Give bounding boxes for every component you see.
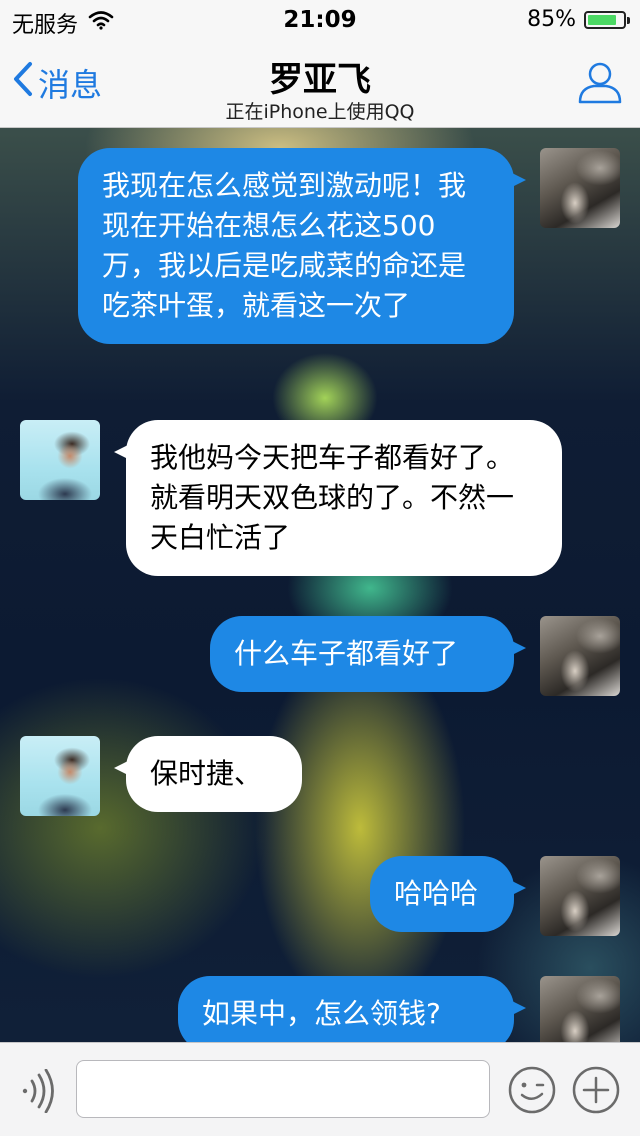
message-text: 我现在怎么感觉到激动呢！我现在开始在想怎么花这500万，我以后是吃咸菜的命还是吃… xyxy=(102,169,467,322)
message-bubble-outgoing[interactable]: 我现在怎么感觉到激动呢！我现在开始在想怎么花这500万，我以后是吃咸菜的命还是吃… xyxy=(78,148,526,344)
battery-icon xyxy=(584,10,630,29)
contact-name: 罗亚飞 xyxy=(269,60,371,100)
person-icon xyxy=(576,62,624,110)
message-text: 我他妈今天把车子都看好了。就看明天双色球的了。不然一天白忙活了 xyxy=(150,441,515,554)
plus-icon xyxy=(571,1066,621,1119)
my-avatar[interactable] xyxy=(540,976,620,1042)
chat-area[interactable]: 我现在怎么感觉到激动呢！我现在开始在想怎么花这500万，我以后是吃咸菜的命还是吃… xyxy=(0,128,640,1042)
message-bubble-outgoing[interactable]: 如果中，怎么领钱? xyxy=(178,976,526,1042)
emoji-icon xyxy=(507,1066,557,1119)
battery-fill xyxy=(588,14,617,25)
message-bubble-incoming[interactable]: 保时捷、 xyxy=(114,736,302,812)
voice-button[interactable] xyxy=(18,1068,58,1117)
message-bubble-incoming[interactable]: 我他妈今天把车子都看好了。就看明天双色球的了。不然一天白忙活了 xyxy=(114,420,562,576)
message-input[interactable] xyxy=(76,1060,490,1118)
my-avatar[interactable] xyxy=(540,616,620,696)
my-avatar[interactable] xyxy=(540,148,620,228)
profile-button[interactable] xyxy=(576,58,624,110)
my-avatar[interactable] xyxy=(540,856,620,936)
contact-avatar[interactable] xyxy=(20,736,100,816)
message-text: 保时捷、 xyxy=(150,757,263,790)
contact-avatar[interactable] xyxy=(20,420,100,500)
voice-icon xyxy=(18,1068,58,1117)
status-right: 85% xyxy=(527,7,630,32)
message-bubble-outgoing[interactable]: 哈哈哈 xyxy=(370,856,526,932)
battery-percent: 85% xyxy=(527,7,576,32)
message-bubble-outgoing[interactable]: 什么车子都看好了 xyxy=(210,616,526,692)
contact-status: 正在iPhone上使用QQ xyxy=(225,101,415,123)
message-text: 什么车子都看好了 xyxy=(234,637,459,670)
message-text: 如果中，怎么领钱? xyxy=(202,997,441,1030)
more-button[interactable] xyxy=(571,1065,621,1119)
status-bar: 无服务 21:09 85% xyxy=(0,0,640,40)
input-bar xyxy=(0,1042,640,1136)
message-text: 哈哈哈 xyxy=(394,877,479,910)
emoji-button[interactable] xyxy=(507,1065,557,1119)
nav-bar: 消息 罗亚飞 正在iPhone上使用QQ xyxy=(0,40,640,128)
